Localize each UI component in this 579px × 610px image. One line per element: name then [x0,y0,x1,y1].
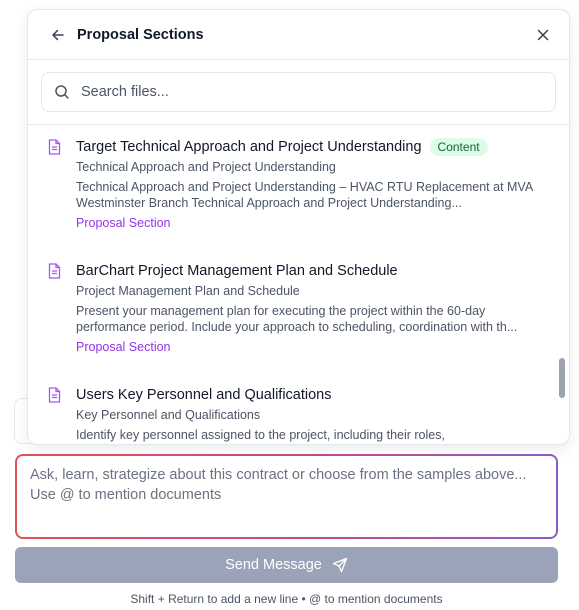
sections-list[interactable]: Target Technical Approach and Project Un… [28,125,569,444]
send-button-label: Send Message [225,557,322,573]
item-tag: Proposal Section [76,216,171,230]
item-title: Target Technical Approach and Project Un… [76,139,422,155]
search-icon [55,85,69,99]
popup-header: Proposal Sections [28,10,569,60]
list-item[interactable]: Target Technical Approach and Project Un… [28,136,555,231]
message-input[interactable] [17,456,556,537]
search-container [28,60,569,125]
arrow-left-icon [52,29,64,40]
search-box [41,72,556,112]
proposal-sections-popup: Proposal Sections Search files... Target… [27,9,570,445]
scrollbar-thumb[interactable] [559,358,565,398]
close-icon [537,29,549,40]
document-icon [48,384,64,443]
item-tag: Proposal Section [76,340,171,354]
list-item[interactable]: Users Key Personnel and Qualifications K… [28,384,555,443]
search-input[interactable] [81,84,543,100]
back-button[interactable] [48,25,68,45]
document-icon [48,136,64,231]
content-badge: Content [429,138,488,156]
close-button[interactable] [533,25,553,45]
item-title: BarChart Project Management Plan and Sch… [76,263,398,279]
item-description: Technical Approach and Project Understan… [76,180,533,210]
send-icon [332,557,348,573]
composer-hint: Shift + Return to add a new line • @ to … [130,592,443,606]
popup-title: Proposal Sections [77,26,204,43]
item-description: Present your management plan for executi… [76,304,518,334]
item-subtitle: Project Management Plan and Schedule [76,284,300,298]
item-description: Identify key personnel assigned to the p… [76,428,445,442]
list-item[interactable]: BarChart Project Management Plan and Sch… [28,260,555,355]
send-message-button[interactable]: Send Message [15,547,558,583]
item-subtitle: Technical Approach and Project Understan… [76,160,336,174]
document-icon [48,260,64,355]
item-title: Users Key Personnel and Qualifications [76,387,332,403]
item-subtitle: Key Personnel and Qualifications [76,408,261,422]
message-composer [15,454,558,539]
